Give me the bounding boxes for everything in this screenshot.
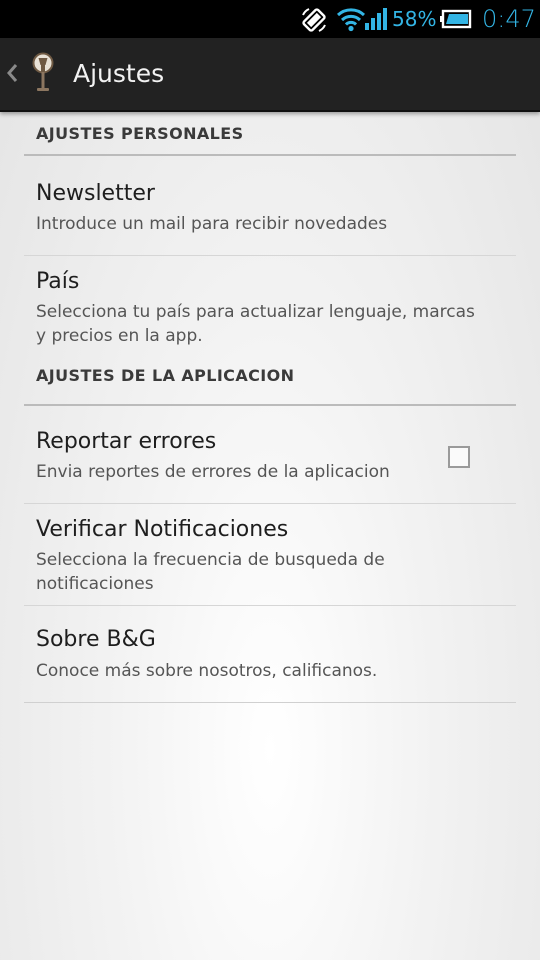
pref-summary: Selecciona tu país para actualizar lengu…: [36, 302, 475, 346]
settings-list: AJUSTES PERSONALES Newsletter Introduce …: [24, 112, 516, 703]
pref-summary: Envia reportes de errores de la aplicaci…: [36, 462, 390, 482]
category-label: AJUSTES PERSONALES: [36, 124, 244, 143]
pref-sobre-bg[interactable]: Sobre B&G Conoce más sobre nosotros, cal…: [24, 606, 516, 703]
pref-summary: Conoce más sobre nosotros, calificanos.: [36, 661, 378, 681]
category-header-app: AJUSTES DE LA APLICACION: [24, 356, 516, 406]
pref-title: Reportar errores: [36, 429, 217, 454]
pref-title: Sobre B&G: [36, 627, 156, 652]
clock: 0:47: [482, 5, 536, 33]
battery-percentage: 58%: [392, 7, 437, 31]
pref-summary: Selecciona la frecuencia de busqueda de …: [36, 550, 385, 594]
status-bar: 58% 0:47: [0, 0, 540, 38]
pref-title: País: [36, 269, 80, 294]
screen-rotation-icon: [300, 6, 328, 34]
pref-reportar-errores[interactable]: Reportar errores Envia reportes de error…: [24, 406, 516, 504]
pref-summary: Introduce un mail para recibir novedades: [36, 214, 388, 234]
category-label: AJUSTES DE LA APLICACION: [36, 366, 295, 385]
wifi-icon: [336, 6, 366, 32]
chevron-left-icon[interactable]: [6, 62, 18, 84]
reportar-errores-checkbox[interactable]: [448, 446, 470, 468]
pref-title: Newsletter: [36, 181, 155, 206]
app-logo-icon[interactable]: [28, 52, 58, 94]
action-bar: Ajustes: [0, 38, 540, 112]
pref-newsletter[interactable]: Newsletter Introduce un mail para recibi…: [24, 156, 516, 256]
screen-title: Ajustes: [73, 59, 165, 88]
category-header-personal: AJUSTES PERSONALES: [24, 112, 516, 156]
pref-verificar-notificaciones[interactable]: Verificar Notificaciones Selecciona la f…: [24, 504, 516, 606]
pref-pais[interactable]: País Selecciona tu país para actualizar …: [24, 256, 516, 356]
battery-icon: [440, 9, 472, 29]
signal-icon: [364, 7, 388, 31]
pref-title: Verificar Notificaciones: [36, 517, 289, 542]
